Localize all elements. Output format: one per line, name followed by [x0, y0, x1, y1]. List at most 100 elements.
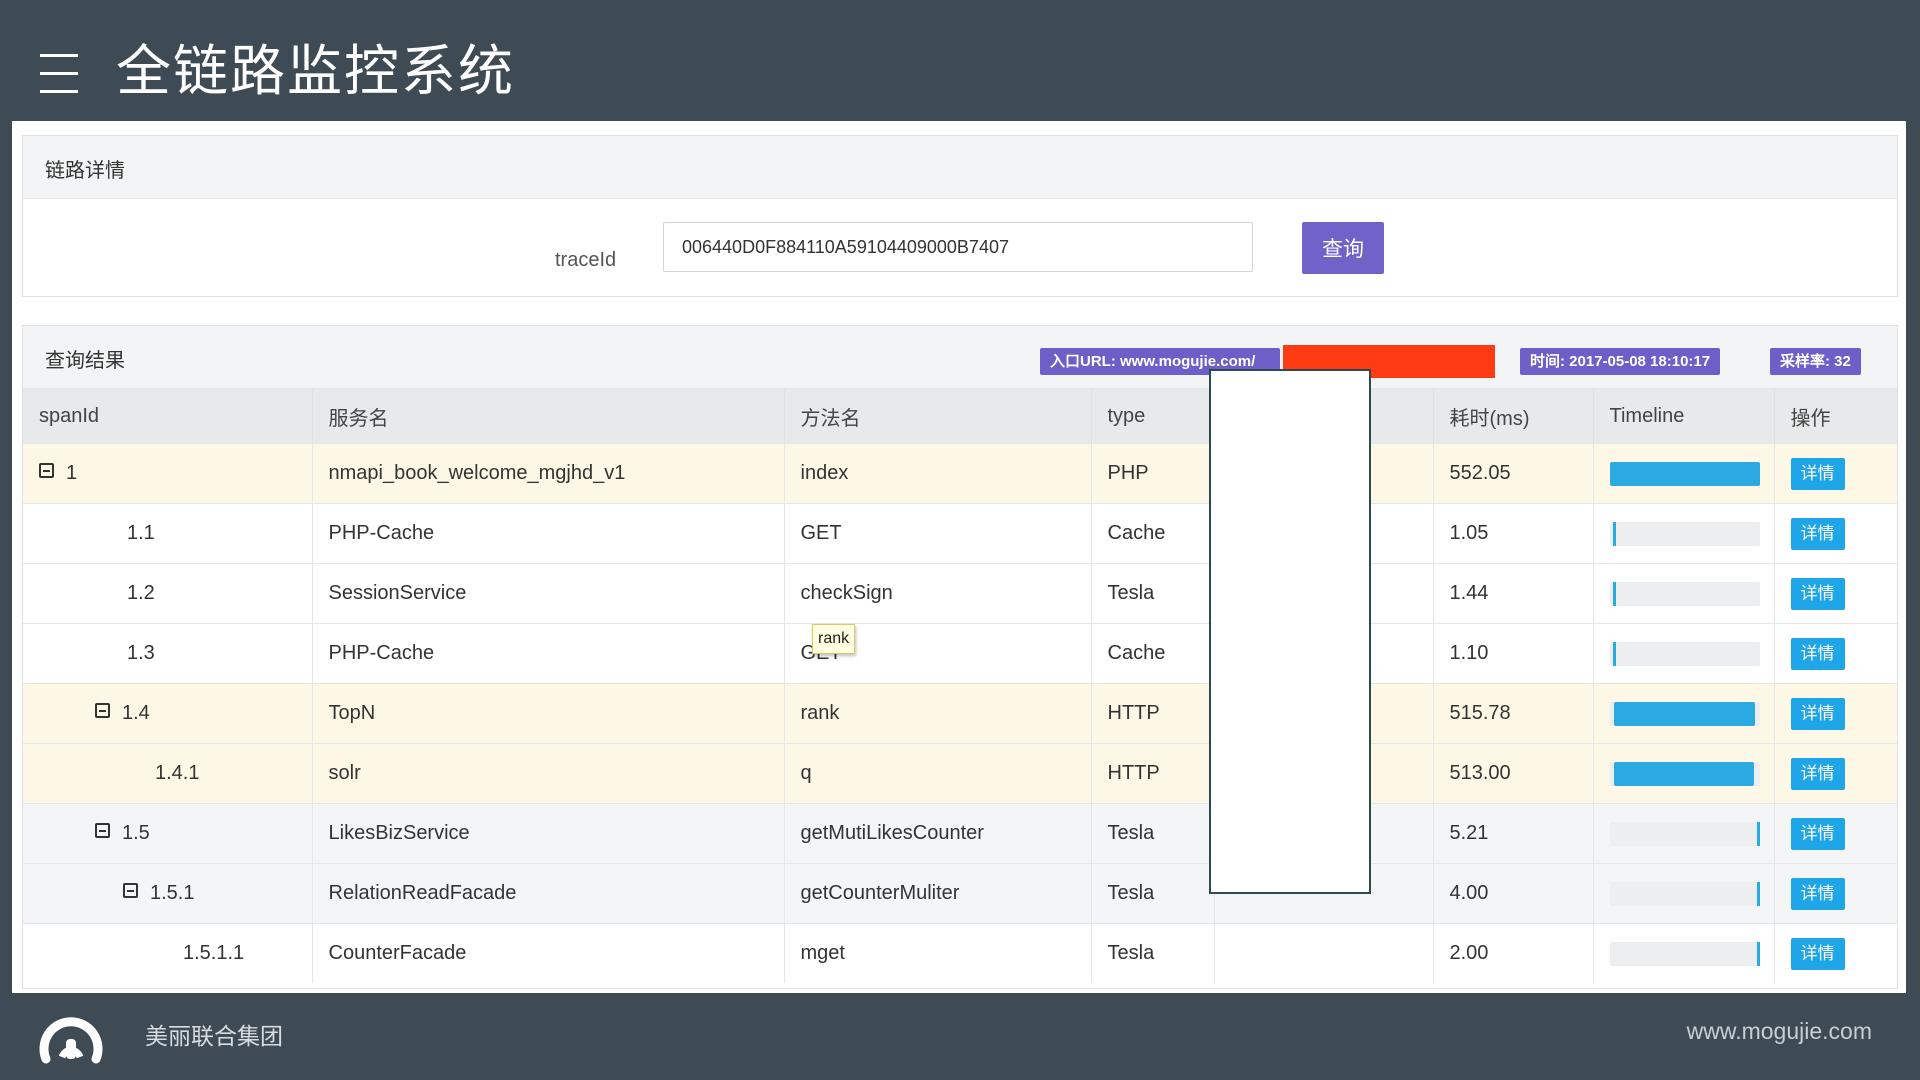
method-tooltip: rank	[812, 624, 856, 654]
timeline-track	[1609, 761, 1760, 786]
cell-method: checkSign	[784, 563, 1092, 624]
column-header-duration[interactable]: 耗时(ms)	[1433, 389, 1594, 444]
footer: 美丽联合集团 www.mogujie.com	[0, 993, 1920, 1080]
cell-service: PHP-Cache	[312, 503, 785, 564]
timeline-track	[1609, 941, 1760, 966]
cell-timeline	[1593, 623, 1775, 684]
cell-timeline	[1593, 563, 1775, 624]
cell-ip	[1214, 923, 1434, 983]
cell-method: GET	[784, 503, 1092, 564]
main-content: 链路详情 traceId 查询 查询结果 入口URL: www.mogujie.…	[12, 121, 1906, 993]
span-id: 1.5.1	[150, 882, 195, 904]
cell-duration: 552.05	[1433, 443, 1594, 504]
cell-actions: 详情	[1774, 623, 1897, 684]
column-header-service[interactable]: 服务名	[312, 389, 785, 444]
cell-service: SessionService	[312, 563, 785, 624]
cell-timeline	[1593, 443, 1775, 504]
cell-type: Tesla	[1091, 863, 1215, 924]
query-result-header: 查询结果 入口URL: www.mogujie.com/ 时间: 2017-05…	[23, 326, 1897, 389]
detail-button[interactable]: 详情	[1790, 757, 1845, 790]
cell-duration: 513.00	[1433, 743, 1594, 804]
cell-actions: 详情	[1774, 743, 1897, 804]
column-header-method[interactable]: 方法名	[784, 389, 1092, 444]
column-header-spanid[interactable]: spanId	[23, 389, 313, 444]
cell-timeline	[1593, 743, 1775, 804]
timeline-tick	[1612, 521, 1616, 546]
cell-spanid: 1.5	[23, 803, 313, 864]
cell-timeline	[1593, 503, 1775, 564]
traceid-input[interactable]	[663, 222, 1253, 272]
span-id: 1.4	[122, 702, 150, 724]
detail-button[interactable]: 详情	[1790, 697, 1845, 730]
timeline-track	[1609, 821, 1760, 846]
column-header-timeline[interactable]: Timeline	[1593, 389, 1775, 444]
cell-service: LikesBizService	[312, 803, 785, 864]
timeline-tick	[1612, 641, 1616, 666]
table-row: 1 nmapi_book_welcome_mgjhd_v1 index PHP 552.…	[23, 443, 1897, 504]
cell-duration: 515.78	[1433, 683, 1594, 744]
traceid-label: traceId	[555, 249, 617, 271]
detail-button[interactable]: 详情	[1790, 877, 1845, 910]
cell-actions: 详情	[1774, 923, 1897, 983]
menu-icon[interactable]	[40, 54, 78, 94]
table-row: 1.4 TopN rank HTTP 515.78 详情	[23, 683, 1897, 744]
timeline-track	[1609, 641, 1760, 666]
detail-button[interactable]: 详情	[1790, 577, 1845, 610]
detail-button[interactable]: 详情	[1790, 817, 1845, 850]
detail-button[interactable]: 详情	[1790, 637, 1845, 670]
table-row: 1.5.1.1 CounterFacade mget Tesla 2.00 详情	[23, 923, 1897, 983]
detail-button[interactable]: 详情	[1790, 937, 1845, 970]
cell-type: HTTP	[1091, 683, 1215, 744]
timeline-tick	[1756, 941, 1760, 966]
column-header-actions[interactable]: 操作	[1774, 389, 1897, 444]
table-row: 1.5 LikesBizService getMutiLikesCounter Tes…	[23, 803, 1897, 864]
cell-spanid: 1.3	[23, 623, 313, 684]
cell-method: index	[784, 443, 1092, 504]
span-id: 1.4.1	[155, 762, 200, 784]
cell-type: HTTP	[1091, 743, 1215, 804]
timeline-track	[1609, 461, 1760, 486]
cell-service: PHP-Cache	[312, 623, 785, 684]
table-row: 1.4.1 solr q HTTP 513.00 详情	[23, 743, 1897, 804]
site-url[interactable]: www.mogujie.com	[1687, 1018, 1872, 1045]
mogujie-logo-icon	[39, 1017, 103, 1064]
cell-timeline	[1593, 803, 1775, 864]
timeline-track	[1609, 581, 1760, 606]
top-bar: 全链路监控系统	[0, 0, 1920, 121]
cell-type: Tesla	[1091, 803, 1215, 864]
span-id: 1.3	[127, 642, 155, 664]
detail-button[interactable]: 详情	[1790, 457, 1845, 490]
cell-type: Cache	[1091, 503, 1215, 564]
collapse-toggle-icon[interactable]	[123, 883, 138, 899]
app-title: 全链路监控系统	[116, 40, 516, 102]
column-header-type[interactable]: type	[1091, 389, 1215, 444]
cell-method: getMutiLikesCounter	[784, 803, 1092, 864]
cell-spanid: 1	[23, 443, 313, 504]
trace-detail-title: 链路详情	[45, 160, 125, 182]
cell-duration: 1.05	[1433, 503, 1594, 564]
cell-type: Tesla	[1091, 923, 1215, 983]
time-badge: 时间: 2017-05-08 18:10:17	[1520, 348, 1721, 375]
cell-spanid: 1.4.1	[23, 743, 313, 804]
cell-method: mget	[784, 923, 1092, 983]
cell-actions: 详情	[1774, 683, 1897, 744]
cell-actions: 详情	[1774, 503, 1897, 564]
collapse-toggle-icon[interactable]	[39, 463, 54, 479]
timeline-bar	[1614, 701, 1755, 726]
cell-service: nmapi_book_welcome_mgjhd_v1	[312, 443, 785, 504]
timeline-tick	[1612, 581, 1616, 606]
cell-service: TopN	[312, 683, 785, 744]
table-header-row: spanId 服务名 方法名 type IP 耗时(ms) Timeline 操…	[23, 389, 1897, 444]
detail-button[interactable]: 详情	[1790, 517, 1845, 550]
cell-type: Cache	[1091, 623, 1215, 684]
trace-detail-panel: 链路详情 traceId 查询	[22, 135, 1898, 297]
cell-spanid: 1.4	[23, 683, 313, 744]
cell-spanid: 1.2	[23, 563, 313, 624]
query-button[interactable]: 查询	[1302, 222, 1384, 274]
cell-timeline	[1593, 923, 1775, 983]
cell-type: Tesla	[1091, 563, 1215, 624]
collapse-toggle-icon[interactable]	[95, 703, 110, 719]
span-id: 1.5.1.1	[183, 942, 245, 964]
collapse-toggle-icon[interactable]	[95, 823, 110, 839]
cell-service: CounterFacade	[312, 923, 785, 983]
